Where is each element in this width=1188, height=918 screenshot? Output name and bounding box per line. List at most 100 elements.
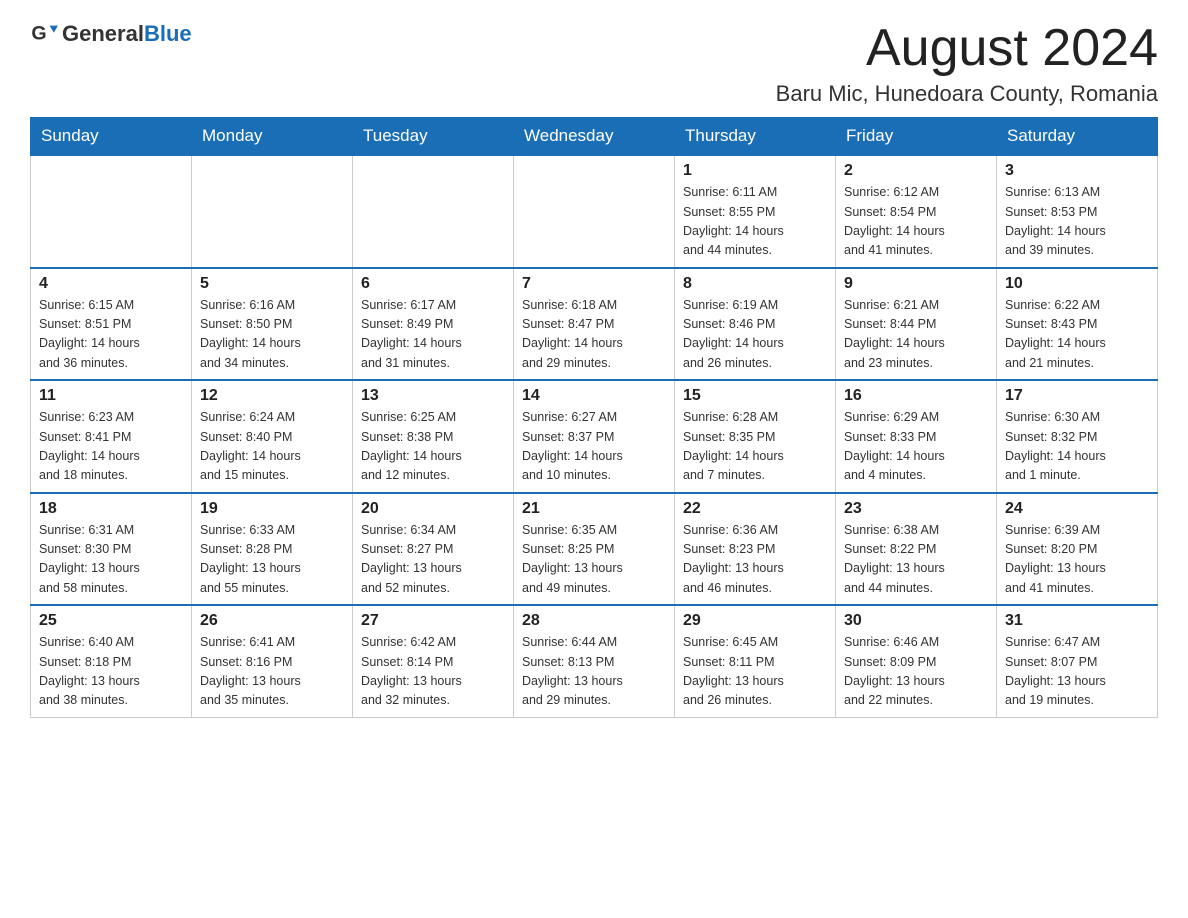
calendar-header-tuesday: Tuesday <box>353 118 514 156</box>
calendar-cell: 16Sunrise: 6:29 AM Sunset: 8:33 PM Dayli… <box>836 380 997 493</box>
day-number: 19 <box>200 500 344 518</box>
day-number: 7 <box>522 275 666 293</box>
day-info: Sunrise: 6:45 AM Sunset: 8:11 PM Dayligh… <box>683 633 827 711</box>
day-number: 2 <box>844 162 988 180</box>
calendar-cell: 26Sunrise: 6:41 AM Sunset: 8:16 PM Dayli… <box>192 605 353 717</box>
calendar-cell: 22 Sunrise: 6:36 AM Sunset: 8:23 PM Dayli… <box>675 493 836 606</box>
day-info: Sunrise: 6:24 AM Sunset: 8:40 PM Dayligh… <box>200 408 344 486</box>
calendar-cell: 13 Sunrise: 6:25 AM Sunset: 8:38 PM Dayli… <box>353 380 514 493</box>
day-info: Sunrise: 6:17 AM Sunset: 8:49 PM Dayligh… <box>361 296 505 374</box>
day-info: Sunrise: 6:42 AM Sunset: 8:14 PM Dayligh… <box>361 633 505 711</box>
day-number: 12 <box>200 387 344 405</box>
day-info: Sunrise: 6:22 AM Sunset: 8:43 PM Dayligh… <box>1005 296 1149 374</box>
day-info: Sunrise: 6:27 AM Sunset: 8:37 PM Dayligh… <box>522 408 666 486</box>
calendar-table: SundayMondayTuesdayWednesdayThursdayFrid… <box>30 117 1158 718</box>
calendar-cell: 2Sunrise: 6:12 AM Sunset: 8:54 PM Daylig… <box>836 155 997 268</box>
calendar-header-friday: Friday <box>836 118 997 156</box>
day-info: Sunrise: 6:19 AM Sunset: 8:46 PM Dayligh… <box>683 296 827 374</box>
calendar-header-monday: Monday <box>192 118 353 156</box>
calendar-cell: 25 Sunrise: 6:40 AM Sunset: 8:18 PM Dayli… <box>31 605 192 717</box>
day-info: Sunrise: 6:13 AM Sunset: 8:53 PM Dayligh… <box>1005 183 1149 261</box>
day-number: 23 <box>844 500 988 518</box>
page-header: G GeneralBlue August 2024 Baru Mic, Hune… <box>30 20 1158 107</box>
calendar-cell: 3Sunrise: 6:13 AM Sunset: 8:53 PM Daylig… <box>997 155 1158 268</box>
day-number: 31 <box>1005 612 1149 630</box>
svg-text:G: G <box>31 23 46 45</box>
day-number: 11 <box>39 387 183 405</box>
calendar-cell: 14 Sunrise: 6:27 AM Sunset: 8:37 PM Dayli… <box>514 380 675 493</box>
day-number: 24 <box>1005 500 1149 518</box>
calendar-cell: 1Sunrise: 6:11 AM Sunset: 8:55 PM Daylig… <box>675 155 836 268</box>
day-number: 13 <box>361 387 505 405</box>
day-number: 27 <box>361 612 505 630</box>
day-number: 8 <box>683 275 827 293</box>
calendar-cell: 27 Sunrise: 6:42 AM Sunset: 8:14 PM Dayli… <box>353 605 514 717</box>
day-number: 14 <box>522 387 666 405</box>
day-number: 26 <box>200 612 344 630</box>
day-number: 25 <box>39 612 183 630</box>
day-number: 22 <box>683 500 827 518</box>
month-title: August 2024 <box>776 20 1158 77</box>
day-number: 4 <box>39 275 183 293</box>
calendar-cell <box>353 155 514 268</box>
calendar-header-thursday: Thursday <box>675 118 836 156</box>
calendar-week-row: 4 Sunrise: 6:15 AM Sunset: 8:51 PM Daylig… <box>31 268 1158 381</box>
calendar-cell: 7 Sunrise: 6:18 AM Sunset: 8:47 PM Daylig… <box>514 268 675 381</box>
day-info: Sunrise: 6:23 AM Sunset: 8:41 PM Dayligh… <box>39 408 183 486</box>
calendar-cell: 9Sunrise: 6:21 AM Sunset: 8:44 PM Daylig… <box>836 268 997 381</box>
logo-icon: G <box>30 20 58 48</box>
calendar-header-sunday: Sunday <box>31 118 192 156</box>
title-block: August 2024 Baru Mic, Hunedoara County, … <box>776 20 1158 107</box>
day-number: 21 <box>522 500 666 518</box>
day-number: 10 <box>1005 275 1149 293</box>
calendar-cell: 17 Sunrise: 6:30 AM Sunset: 8:32 PM Dayli… <box>997 380 1158 493</box>
day-number: 15 <box>683 387 827 405</box>
calendar-cell <box>514 155 675 268</box>
calendar-header-saturday: Saturday <box>997 118 1158 156</box>
logo-text-general: General <box>62 21 144 46</box>
day-info: Sunrise: 6:11 AM Sunset: 8:55 PM Dayligh… <box>683 183 827 261</box>
calendar-header-row: SundayMondayTuesdayWednesdayThursdayFrid… <box>31 118 1158 156</box>
calendar-cell: 18 Sunrise: 6:31 AM Sunset: 8:30 PM Dayli… <box>31 493 192 606</box>
day-number: 17 <box>1005 387 1149 405</box>
day-number: 20 <box>361 500 505 518</box>
day-info: Sunrise: 6:25 AM Sunset: 8:38 PM Dayligh… <box>361 408 505 486</box>
day-info: Sunrise: 6:47 AM Sunset: 8:07 PM Dayligh… <box>1005 633 1149 711</box>
day-info: Sunrise: 6:18 AM Sunset: 8:47 PM Dayligh… <box>522 296 666 374</box>
day-info: Sunrise: 6:36 AM Sunset: 8:23 PM Dayligh… <box>683 521 827 599</box>
calendar-cell <box>31 155 192 268</box>
day-info: Sunrise: 6:39 AM Sunset: 8:20 PM Dayligh… <box>1005 521 1149 599</box>
calendar-cell: 30Sunrise: 6:46 AM Sunset: 8:09 PM Dayli… <box>836 605 997 717</box>
day-info: Sunrise: 6:16 AM Sunset: 8:50 PM Dayligh… <box>200 296 344 374</box>
calendar-cell: 5 Sunrise: 6:16 AM Sunset: 8:50 PM Daylig… <box>192 268 353 381</box>
day-number: 5 <box>200 275 344 293</box>
day-info: Sunrise: 6:33 AM Sunset: 8:28 PM Dayligh… <box>200 521 344 599</box>
calendar-header-wednesday: Wednesday <box>514 118 675 156</box>
day-info: Sunrise: 6:30 AM Sunset: 8:32 PM Dayligh… <box>1005 408 1149 486</box>
calendar-cell: 24 Sunrise: 6:39 AM Sunset: 8:20 PM Dayli… <box>997 493 1158 606</box>
day-number: 30 <box>844 612 988 630</box>
day-info: Sunrise: 6:28 AM Sunset: 8:35 PM Dayligh… <box>683 408 827 486</box>
calendar-cell <box>192 155 353 268</box>
calendar-week-row: 18 Sunrise: 6:31 AM Sunset: 8:30 PM Dayli… <box>31 493 1158 606</box>
day-info: Sunrise: 6:15 AM Sunset: 8:51 PM Dayligh… <box>39 296 183 374</box>
day-number: 18 <box>39 500 183 518</box>
logo: G GeneralBlue <box>30 20 192 48</box>
day-info: Sunrise: 6:21 AM Sunset: 8:44 PM Dayligh… <box>844 296 988 374</box>
day-info: Sunrise: 6:35 AM Sunset: 8:25 PM Dayligh… <box>522 521 666 599</box>
calendar-cell: 23 Sunrise: 6:38 AM Sunset: 8:22 PM Dayli… <box>836 493 997 606</box>
calendar-cell: 4 Sunrise: 6:15 AM Sunset: 8:51 PM Daylig… <box>31 268 192 381</box>
day-info: Sunrise: 6:44 AM Sunset: 8:13 PM Dayligh… <box>522 633 666 711</box>
location-title: Baru Mic, Hunedoara County, Romania <box>776 81 1158 107</box>
day-info: Sunrise: 6:40 AM Sunset: 8:18 PM Dayligh… <box>39 633 183 711</box>
calendar-cell: 21 Sunrise: 6:35 AM Sunset: 8:25 PM Dayli… <box>514 493 675 606</box>
day-number: 16 <box>844 387 988 405</box>
calendar-week-row: 1Sunrise: 6:11 AM Sunset: 8:55 PM Daylig… <box>31 155 1158 268</box>
calendar-cell: 31 Sunrise: 6:47 AM Sunset: 8:07 PM Dayli… <box>997 605 1158 717</box>
day-info: Sunrise: 6:31 AM Sunset: 8:30 PM Dayligh… <box>39 521 183 599</box>
calendar-cell: 29Sunrise: 6:45 AM Sunset: 8:11 PM Dayli… <box>675 605 836 717</box>
day-info: Sunrise: 6:38 AM Sunset: 8:22 PM Dayligh… <box>844 521 988 599</box>
calendar-week-row: 11 Sunrise: 6:23 AM Sunset: 8:41 PM Dayli… <box>31 380 1158 493</box>
calendar-cell: 6Sunrise: 6:17 AM Sunset: 8:49 PM Daylig… <box>353 268 514 381</box>
day-number: 28 <box>522 612 666 630</box>
